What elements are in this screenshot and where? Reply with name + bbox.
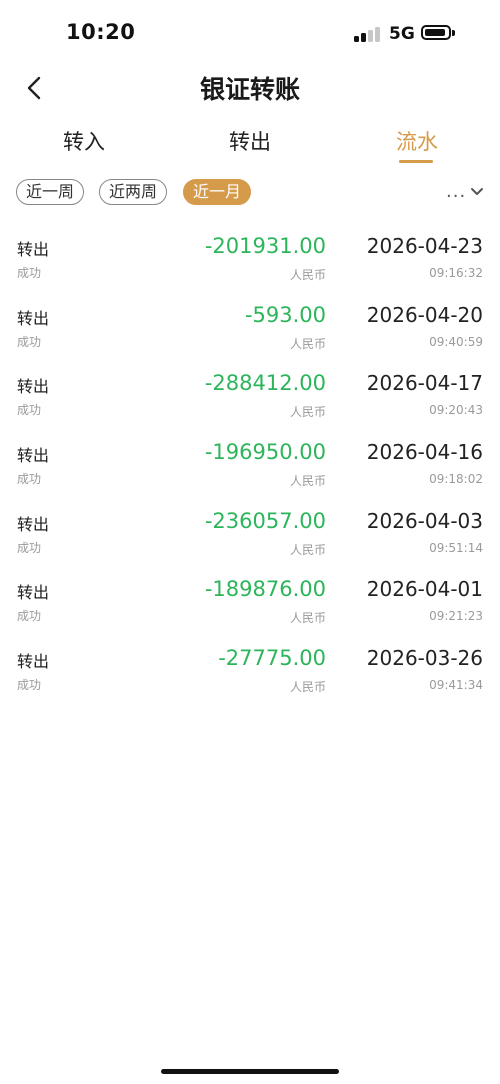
status-time: 10:20 [66,20,136,44]
status-bar: 10:20 5G [0,0,500,66]
record-amount: -593.00 [244,302,326,327]
record-status: 成功 [17,540,42,555]
record-currency: 人民币 [289,542,326,557]
record-status: 成功 [17,472,42,487]
tab-history[interactable]: 流水 [396,126,438,156]
record-time: 09:20:43 [429,403,483,418]
record-currency: 人民币 [289,611,326,626]
list-item[interactable]: 转出 成功 -593.00 人民币 2026-04-20 09:40:59 [0,299,500,368]
list-item[interactable]: 转出 成功 -201931.00 人民币 2026-04-23 09:16:32 [0,230,500,299]
record-type: 转出 [17,377,50,397]
record-date: 2026-04-17 [366,371,483,396]
record-time: 09:16:32 [429,266,483,280]
signal-icon [354,26,382,42]
record-currency: 人民币 [289,474,326,489]
record-status: 成功 [17,609,42,624]
record-time: 09:40:59 [429,334,483,349]
more-filter-button[interactable]: ... [446,181,486,205]
record-status: 成功 [17,266,42,280]
list-item[interactable]: 转出 成功 -196950.00 人民币 2026-04-16 09:18:02 [0,436,500,505]
record-type: 转出 [17,308,50,328]
record-time: 09:51:14 [429,540,483,555]
record-type: 转出 [17,652,50,672]
home-indicator[interactable] [161,1069,339,1074]
record-time: 09:21:23 [429,609,483,624]
list-item[interactable]: 转出 成功 -236057.00 人民币 2026-04-03 09:51:14 [0,505,500,574]
record-date: 2026-04-23 [366,234,483,258]
filter-chip-one-month[interactable]: 近一月 [183,179,251,205]
record-amount: -288412.00 [204,371,326,396]
list-item[interactable]: 转出 成功 -189876.00 人民币 2026-04-01 09:21:23 [0,573,500,642]
record-type: 转出 [17,583,50,603]
list-item[interactable]: 转出 成功 -27775.00 人民币 2026-03-26 09:41:34 [0,642,500,711]
tab-transfer-out[interactable]: 转出 [229,126,271,156]
record-type: 转出 [17,514,50,534]
battery-cap [452,30,455,36]
record-time: 09:41:34 [429,678,483,693]
record-status: 成功 [17,403,42,418]
record-date: 2026-04-03 [366,508,483,533]
record-currency: 人民币 [289,405,326,420]
record-date: 2026-04-01 [366,577,483,602]
filter-chip-one-week[interactable]: 近一周 [16,179,84,205]
record-type: 转出 [17,446,50,466]
record-time: 09:18:02 [429,472,483,487]
record-amount: -189876.00 [204,577,326,602]
record-date: 2026-04-20 [366,302,483,327]
record-type: 转出 [17,240,50,259]
network-label: 5G [389,24,415,44]
transfer-history-list: 转出 成功 -201931.00 人民币 2026-04-23 09:16:32… [0,230,500,711]
list-item[interactable]: 转出 成功 -288412.00 人民币 2026-04-17 09:20:43 [0,367,500,436]
record-amount: -27775.00 [218,646,326,671]
record-currency: 人民币 [289,268,326,282]
record-status: 成功 [17,678,42,693]
more-label: ... [446,181,467,202]
record-status: 成功 [17,334,42,349]
filter-chip-two-weeks[interactable]: 近两周 [99,179,167,205]
record-amount: -236057.00 [204,508,326,533]
record-date: 2026-03-26 [366,646,483,671]
chevron-down-icon [471,188,483,195]
record-currency: 人民币 [289,336,326,351]
record-amount: -201931.00 [204,234,326,258]
record-currency: 人民币 [289,680,326,695]
record-date: 2026-04-16 [366,440,483,465]
page-title: 银证转账 [199,75,300,104]
active-tab-indicator [399,160,433,163]
battery-icon [421,25,451,40]
screen: 10:20 5G 银证转账 转入 转出 流水 近一周 近两周 近一月 ... 转… [0,0,500,1084]
tab-transfer-in[interactable]: 转入 [63,126,105,156]
record-amount: -196950.00 [204,440,326,465]
